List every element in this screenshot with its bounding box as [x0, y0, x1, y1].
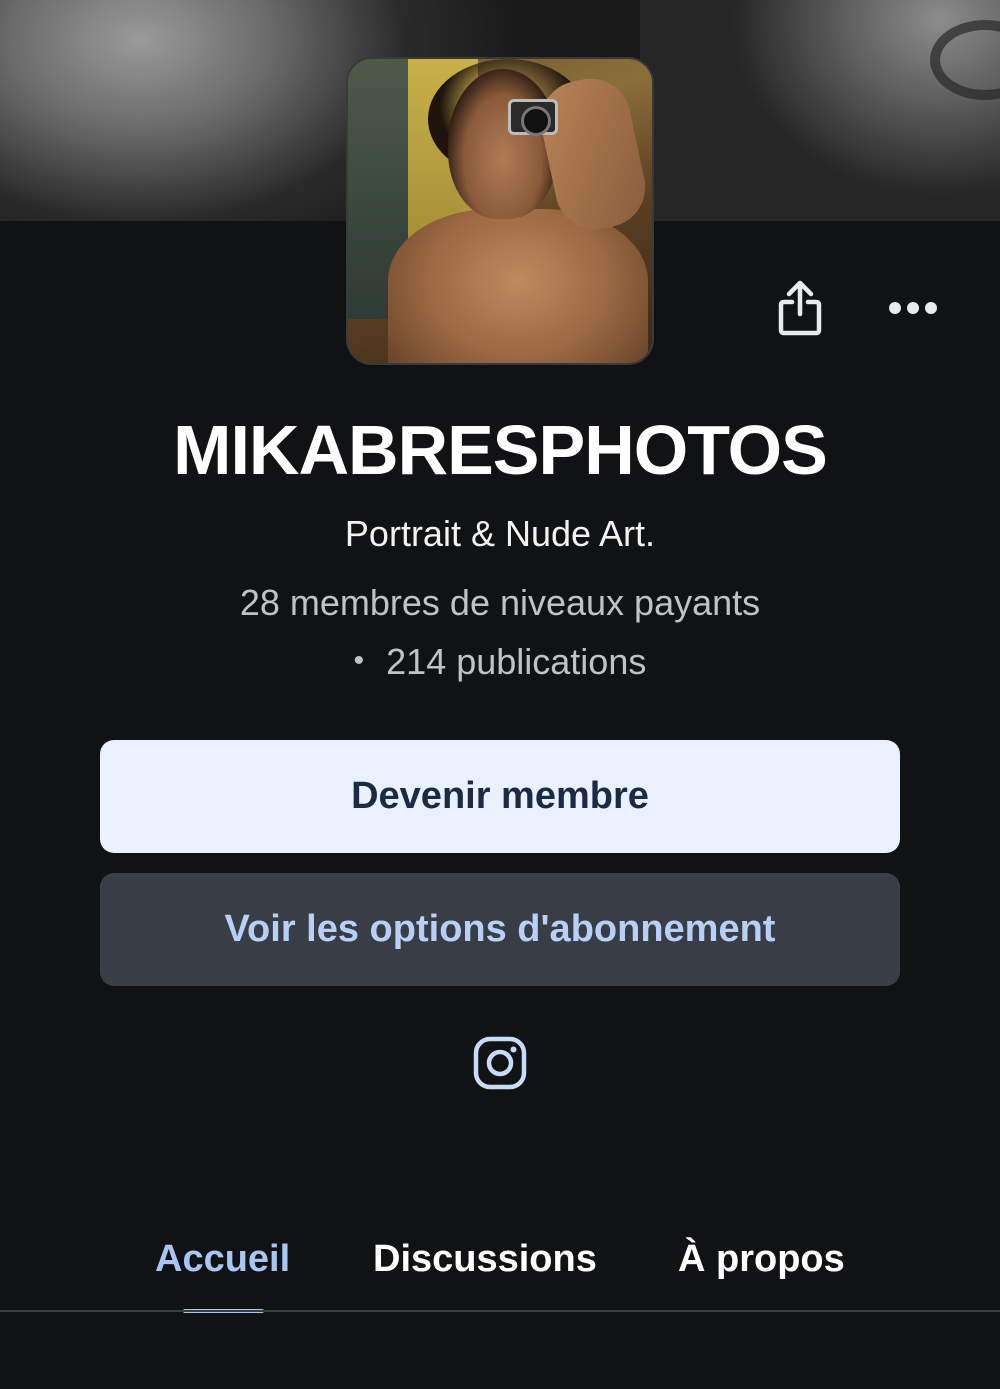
more-options-button[interactable] — [880, 288, 946, 328]
bullet-separator: • — [353, 644, 365, 677]
join-button[interactable]: Devenir membre — [100, 740, 900, 853]
instagram-link[interactable] — [472, 1035, 528, 1091]
profile-tagline: Portrait & Nude Art. — [344, 513, 656, 554]
instagram-icon — [473, 1036, 527, 1090]
profile-tabs: Accueil Discussions À propos — [0, 1225, 1000, 1315]
posts-stat: • 214 publications — [0, 641, 1000, 683]
more-icon — [889, 302, 937, 314]
avatar-torso — [388, 209, 648, 363]
tab-accueil[interactable]: Accueil — [155, 1238, 290, 1281]
subscription-options-button[interactable]: Voir les options d'abonnement — [100, 873, 900, 986]
avatar-head — [448, 69, 558, 219]
posts-count: 214 publications — [386, 641, 647, 682]
share-icon — [778, 280, 822, 336]
avatar[interactable] — [346, 57, 654, 365]
share-button[interactable] — [770, 276, 830, 340]
camera-icon — [508, 99, 558, 136]
page-title: MIKABRESPHOTOS — [173, 411, 828, 489]
paid-members-count: 28 membres de niveaux payants — [239, 582, 761, 623]
tab-discussions[interactable]: Discussions — [373, 1238, 597, 1281]
tabs-divider — [0, 1310, 1000, 1312]
tab-a-propos[interactable]: À propos — [678, 1238, 845, 1281]
